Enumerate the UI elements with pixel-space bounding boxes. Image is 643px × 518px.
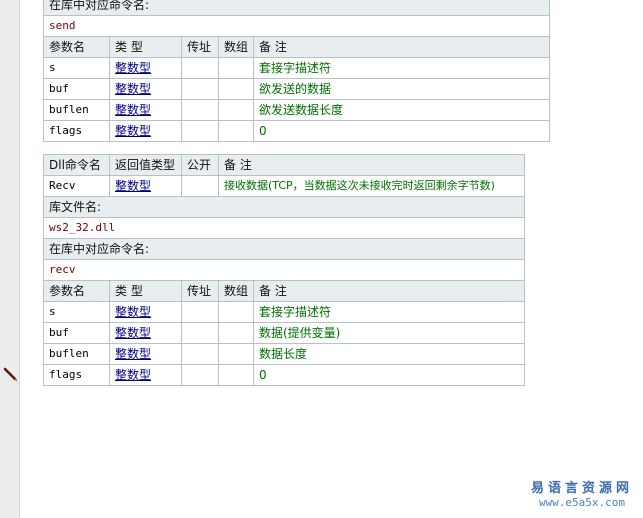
type-link[interactable]: 整数型 xyxy=(115,82,151,96)
table-row: s 整数型 套接字描述符 xyxy=(43,301,525,323)
recv-header-table: Dll命令名 返回值类型 公开 备 注 Recv 整数型 接收数据(TCP，当数… xyxy=(43,154,525,281)
param-note: 欲发送数据长度 xyxy=(252,99,551,121)
param-array xyxy=(218,301,254,323)
table-row: s 整数型 套接字描述符 xyxy=(43,57,551,79)
param-name: buf xyxy=(43,78,110,100)
param-type-cell: 整数型 xyxy=(109,364,182,386)
table-row: buflen 整数型 数据长度 xyxy=(43,343,525,365)
type-link[interactable]: 整数型 xyxy=(115,61,151,75)
param-array xyxy=(218,120,254,142)
lib-command-value: recv xyxy=(43,259,525,281)
param-by-ref xyxy=(181,364,219,386)
pen-icon xyxy=(3,367,18,382)
param-note: 0 xyxy=(252,120,551,142)
col-array: 数组 xyxy=(218,36,254,58)
col-by-ref: 传址 xyxy=(181,36,219,58)
type-link[interactable]: 整数型 xyxy=(115,368,151,382)
type-link[interactable]: 整数型 xyxy=(115,326,151,340)
col-dll-name: Dll命令名 xyxy=(43,154,110,176)
col-public: 公开 xyxy=(181,154,219,176)
col-by-ref: 传址 xyxy=(181,280,219,302)
param-note: 数据长度 xyxy=(253,343,525,365)
return-type-cell: 整数型 xyxy=(109,175,182,197)
dll-command-note: 接收数据(TCP，当数据这次未接收完时返回剩余字节数) xyxy=(218,175,525,197)
table-row: buf 整数型 数据(提供变量) xyxy=(43,322,525,344)
type-link[interactable]: 整数型 xyxy=(115,103,151,117)
param-note: 0 xyxy=(253,364,525,386)
param-by-ref xyxy=(181,120,219,142)
left-gutter xyxy=(0,0,20,518)
lib-file-label: 库文件名: xyxy=(43,196,525,218)
col-array: 数组 xyxy=(218,280,254,302)
param-array xyxy=(218,364,254,386)
param-note: 欲发送的数据 xyxy=(252,78,551,100)
param-note: 数据(提供变量) xyxy=(253,322,525,344)
param-type-cell: 整数型 xyxy=(109,343,182,365)
param-note: 套接字描述符 xyxy=(252,57,551,79)
param-name: flags xyxy=(43,120,110,142)
col-type: 类 型 xyxy=(109,280,182,302)
table-row: flags 整数型 0 xyxy=(43,364,525,386)
lib-command-value: send xyxy=(42,15,551,37)
param-by-ref xyxy=(181,343,219,365)
type-link[interactable]: 整数型 xyxy=(115,305,151,319)
param-array xyxy=(218,343,254,365)
param-name: s xyxy=(43,57,110,79)
param-type-cell: 整数型 xyxy=(109,301,182,323)
param-type-cell: 整数型 xyxy=(109,120,182,142)
param-name: flags xyxy=(43,364,110,386)
table-row: buflen 整数型 欲发送数据长度 xyxy=(43,99,551,121)
param-type-cell: 整数型 xyxy=(109,99,182,121)
dll-command-name: Recv xyxy=(43,175,110,197)
table-row: buf 整数型 欲发送的数据 xyxy=(43,78,551,100)
col-note: 备 注 xyxy=(253,280,525,302)
param-by-ref xyxy=(181,322,219,344)
col-param-name: 参数名 xyxy=(43,36,110,58)
param-name: buf xyxy=(43,322,110,344)
param-array xyxy=(218,78,254,100)
watermark-url: www.e5a5x.com xyxy=(538,496,626,509)
col-return-type: 返回值类型 xyxy=(109,154,182,176)
param-array xyxy=(218,322,254,344)
param-by-ref xyxy=(181,78,219,100)
send-declaration-table: 在库中对应命令名: send 参数名 类 型 传址 数组 备 注 s 整数型 套… xyxy=(42,0,551,142)
param-array xyxy=(218,99,254,121)
type-link[interactable]: 整数型 xyxy=(115,124,151,138)
param-by-ref xyxy=(181,301,219,323)
param-note: 套接字描述符 xyxy=(253,301,525,323)
type-link[interactable]: 整数型 xyxy=(115,347,151,361)
lib-command-label: 在库中对应命令名: xyxy=(42,0,551,16)
table-row: flags 整数型 0 xyxy=(43,120,551,142)
param-array xyxy=(218,57,254,79)
watermark-title: 易语言资源网 xyxy=(530,481,633,496)
param-type-cell: 整数型 xyxy=(109,78,182,100)
type-link[interactable]: 整数型 xyxy=(115,179,151,193)
param-type-cell: 整数型 xyxy=(109,322,182,344)
col-note: 备 注 xyxy=(252,36,551,58)
param-name: buflen xyxy=(43,343,110,365)
col-type: 类 型 xyxy=(109,36,182,58)
param-by-ref xyxy=(181,99,219,121)
recv-params-table: 参数名 类 型 传址 数组 备 注 s 整数型 套接字描述符 buf 整数型 数… xyxy=(43,280,525,386)
col-note: 备 注 xyxy=(218,154,525,176)
col-param-name: 参数名 xyxy=(43,280,110,302)
lib-command-label: 在库中对应命令名: xyxy=(43,238,525,260)
param-name: buflen xyxy=(43,99,110,121)
lib-file-value: ws2_32.dll xyxy=(43,217,525,239)
public-cell xyxy=(181,175,219,197)
param-name: s xyxy=(43,301,110,323)
site-watermark: 易语言资源网 www.e5a5x.com xyxy=(531,482,633,510)
param-type-cell: 整数型 xyxy=(109,57,182,79)
param-by-ref xyxy=(181,57,219,79)
